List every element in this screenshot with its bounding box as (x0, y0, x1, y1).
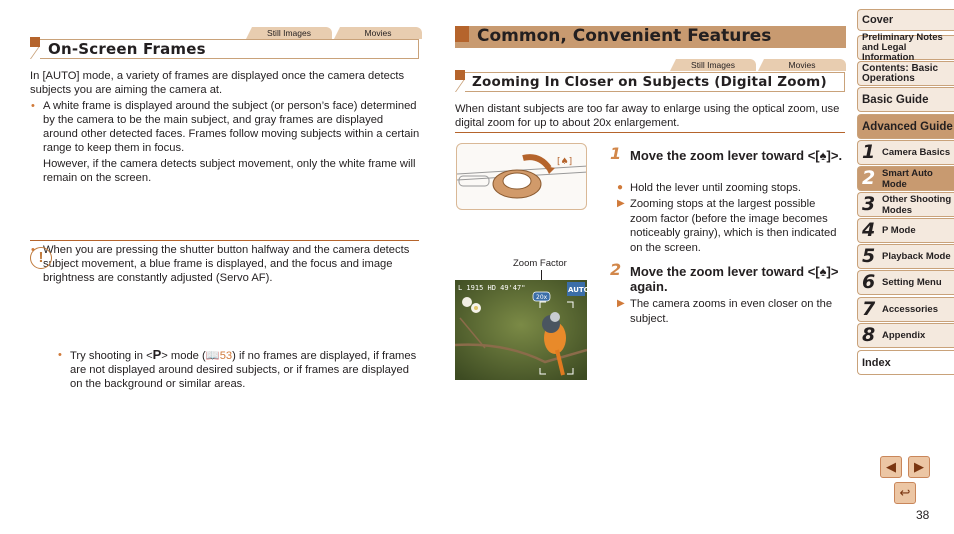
caution-text: Try shooting in < (70, 350, 153, 362)
prev-page-button[interactable]: ◀ (880, 456, 902, 478)
next-page-button[interactable]: ▶ (908, 456, 930, 478)
tab-movies: Movies (334, 27, 422, 39)
chapter-label: Smart Auto Mode (882, 167, 933, 190)
bullet-text: A white frame is displayed around the su… (43, 100, 420, 154)
chapter-label: Camera Basics (882, 147, 951, 158)
sidebar-item-advanced-guide[interactable]: Advanced Guide (857, 114, 954, 139)
back-button[interactable]: ↩ (894, 482, 916, 504)
heading-marker-icon (30, 37, 40, 47)
arrow-right-icon: ▶ (617, 198, 625, 209)
tab-still-images: Still Images (670, 59, 756, 71)
chapter-label: Setting Menu (882, 277, 942, 288)
caution-icon: ! (30, 247, 52, 269)
chapter-number: 2 (862, 167, 876, 189)
svg-text:20x: 20x (536, 294, 548, 301)
chapter-label: Appendix (882, 330, 926, 341)
left-mode-tabs: Still Images Movies (246, 27, 422, 39)
tab-movies: Movies (758, 59, 846, 71)
svg-text:[♠]: [♠] (557, 157, 572, 167)
sidebar-chapter-appendix[interactable]: 8 Appendix (857, 323, 954, 348)
chapter-number: 1 (862, 141, 876, 163)
sidebar-item-contents[interactable]: Contents: Basic Operations (857, 61, 954, 86)
bullet-extra: However, if the camera detects subject m… (43, 158, 416, 184)
bullet-dot-icon: • (58, 349, 62, 361)
sidebar-chapter-setting-menu[interactable]: 6 Setting Menu (857, 270, 954, 295)
intro-paragraph: When distant subjects are too far away t… (455, 103, 840, 129)
divider (30, 240, 419, 241)
sidebar-chapter-accessories[interactable]: 7 Accessories (857, 297, 954, 322)
chapter-label: P Mode (882, 225, 916, 236)
sidebar-chapter-smart-auto[interactable]: 2 Smart Auto Mode (857, 166, 954, 191)
svg-text:AUTO: AUTO (568, 286, 587, 294)
chapter-label: Playback Mode (882, 251, 951, 262)
step-number: 2 (610, 260, 622, 279)
divider (455, 132, 845, 133)
step-number: 1 (610, 144, 622, 163)
zoom-lever-illustration: [♠] (456, 143, 587, 210)
bullet-item: • When you are pressing the shutter butt… (30, 243, 420, 285)
sidebar-item-index[interactable]: Index (857, 350, 954, 375)
bullet-dot-icon: ● (617, 182, 624, 193)
chapter-number: 7 (862, 298, 876, 320)
tab-still-images: Still Images (246, 27, 332, 39)
screen-info: L 1915 HD 49'47" (458, 284, 525, 292)
chapter-label: Accessories (882, 304, 938, 315)
step-text: The camera zooms in even closer on the s… (630, 298, 833, 325)
step-title: Move the zoom lever toward <[♠]>. (630, 148, 843, 163)
step-text: Hold the lever until zooming stops. (630, 182, 802, 194)
sidebar-chapter-p-mode[interactable]: 4 P Mode (857, 218, 954, 243)
arrow-right-icon: ▶ (617, 298, 625, 309)
sidebar-item-preliminary-notes[interactable]: Preliminary Notes and Legal Information (857, 32, 954, 62)
figure-caption: Zoom Factor (513, 258, 567, 269)
chapter-number: 3 (862, 193, 876, 215)
chapter-heading: Common, Convenient Features (455, 26, 846, 48)
chapter-title: Common, Convenient Features (477, 26, 772, 46)
step-title: Move the zoom lever toward <[♠]> again. (630, 264, 839, 294)
sidebar-item-cover[interactable]: Cover (857, 9, 954, 31)
chapter-number: 6 (862, 271, 876, 293)
section-title: On-Screen Frames (48, 40, 206, 58)
camera-screen-photo: L 1915 HD 49'47" 20x AUTO (455, 280, 587, 380)
sidebar-chapter-other-shooting[interactable]: 3 Other Shooting Modes (857, 192, 954, 217)
chapter-number: 5 (862, 245, 876, 267)
bullet-text: When you are pressing the shutter button… (43, 244, 410, 284)
chapter-label: Other Shooting Modes (882, 193, 952, 216)
page-number: 38 (916, 508, 930, 522)
caution-text: > mode ( (161, 350, 206, 362)
sidebar-chapter-playback[interactable]: 5 Playback Mode (857, 244, 954, 269)
step-result: ▶ Zooming stops at the largest possible z… (617, 197, 845, 255)
book-icon: 📖 (205, 350, 220, 362)
chapter-number: 8 (862, 324, 876, 346)
caution-note: • Try shooting in <P> mode (📖53) if no f… (57, 348, 417, 391)
page-ref-link[interactable]: 53 (220, 350, 232, 362)
heading-marker-icon (455, 70, 465, 80)
intro-paragraph: In [AUTO] mode, a variety of frames are … (30, 70, 405, 96)
sidebar-item-basic-guide[interactable]: Basic Guide (857, 87, 954, 112)
step-bullet: ● Hold the lever until zooming stops. (617, 181, 845, 196)
section-title: Zooming In Closer on Subjects (Digital Z… (472, 74, 827, 90)
p-mode-icon: P (152, 347, 162, 362)
right-mode-tabs: Still Images Movies (670, 59, 846, 71)
chapter-number: 4 (862, 219, 876, 241)
bullet-item: • A white frame is displayed around the … (30, 99, 420, 155)
heading-marker-icon (455, 26, 469, 42)
section-heading-digital-zoom: Zooming In Closer on Subjects (Digital Z… (455, 70, 845, 92)
step-result: ▶ The camera zooms in even closer on the … (617, 297, 845, 326)
sidebar-chapter-camera-basics[interactable]: 1 Camera Basics (857, 140, 954, 165)
step-text: Zooming stops at the largest possible zo… (630, 198, 837, 254)
section-heading-on-screen-frames: On-Screen Frames (30, 37, 419, 59)
bullet-dot-icon: • (31, 100, 35, 112)
